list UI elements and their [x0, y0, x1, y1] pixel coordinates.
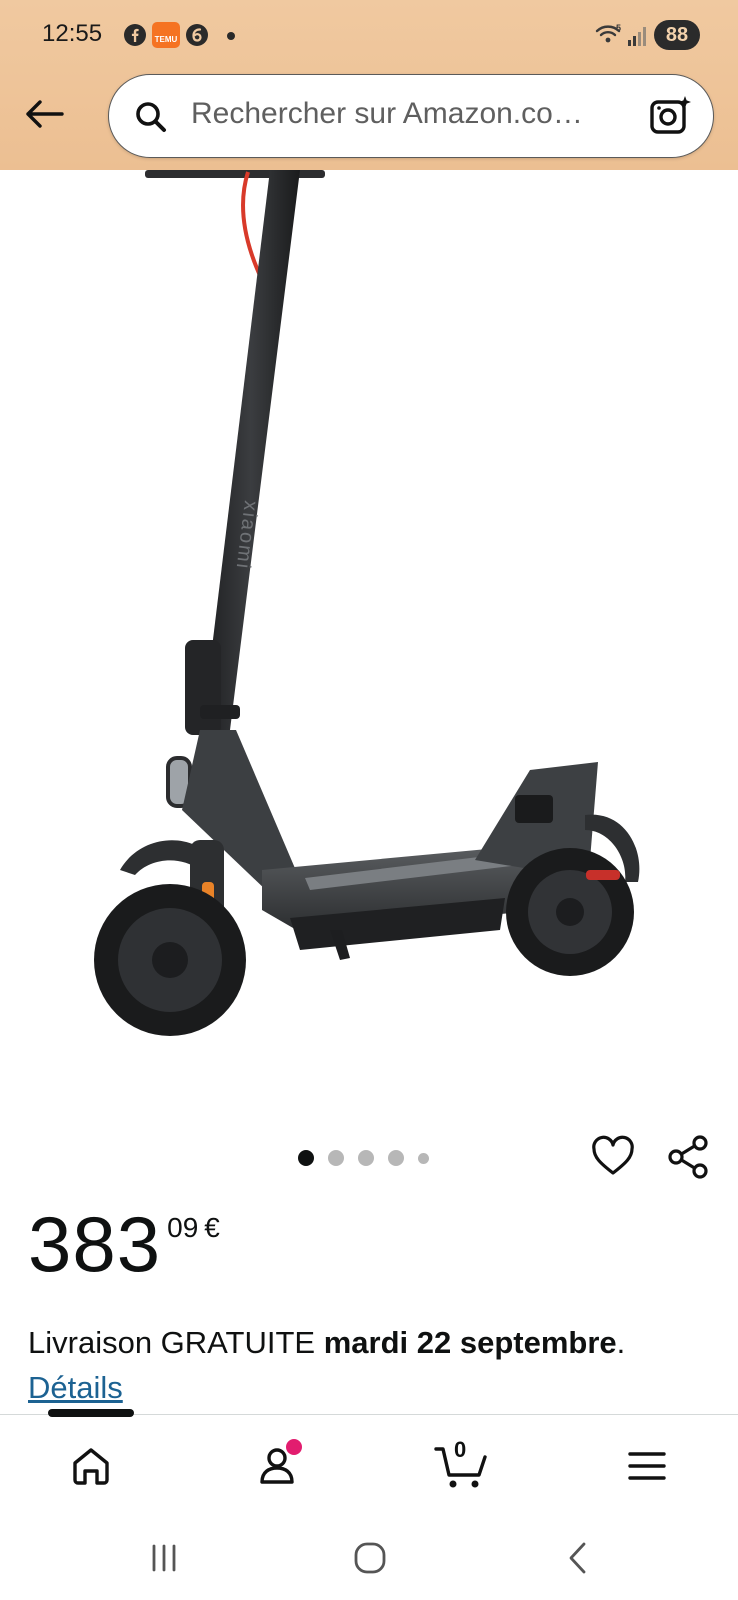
price-whole: 383	[28, 1200, 162, 1288]
status-bar: 12:55 TEMU 5 88	[0, 0, 738, 70]
temu-icon: TEMU	[152, 22, 180, 48]
carousel-dot[interactable]	[388, 1150, 404, 1166]
notification-badge	[286, 1439, 302, 1455]
facebook-icon	[122, 22, 148, 48]
product-price: 383 09 €	[28, 1205, 220, 1283]
nav-cart-button[interactable]: 0	[426, 1431, 496, 1501]
battery-indicator: 88	[654, 20, 700, 50]
nav-account-button[interactable]	[242, 1431, 312, 1501]
share-icon[interactable]	[666, 1134, 712, 1180]
carousel-dot[interactable]	[358, 1150, 374, 1166]
more-notifications-dot	[227, 32, 235, 40]
header: 12:55 TEMU 5 88 Rechercher sur Amazon.co…	[0, 0, 738, 170]
home-icon	[73, 1448, 109, 1485]
camera-search-icon[interactable]	[647, 93, 693, 139]
status-time: 12:55	[42, 20, 103, 47]
menu-icon	[628, 1452, 666, 1480]
bottom-navigation: 0	[0, 1409, 738, 1514]
price-currency: €	[204, 1212, 220, 1243]
app-notification-icon	[184, 22, 210, 48]
system-navigation-bar	[0, 1514, 738, 1600]
temu-label: TEMU	[154, 34, 178, 44]
search-bar[interactable]: Rechercher sur Amazon.co…	[108, 74, 714, 158]
wifi-signal-icon: 5	[595, 23, 646, 46]
product-image[interactable]: xiaomi	[0, 170, 738, 1090]
delivery-date: mardi 22 septembre	[323, 1325, 617, 1360]
back-button[interactable]	[18, 88, 70, 140]
search-icon	[136, 102, 166, 132]
nav-menu-button[interactable]	[612, 1431, 682, 1501]
carousel-dot[interactable]	[328, 1150, 344, 1166]
image-carousel-dots	[298, 1150, 429, 1166]
arrow-left-icon	[26, 100, 64, 128]
price-fraction: 09	[167, 1212, 199, 1243]
delivery-info: Livraison GRATUITE mardi 22 septembre.	[28, 1325, 625, 1361]
delivery-details-link[interactable]: Détails	[28, 1370, 123, 1406]
system-home-button[interactable]	[348, 1536, 392, 1580]
carousel-dot[interactable]	[418, 1152, 429, 1164]
search-input[interactable]: Rechercher sur Amazon.co…	[191, 97, 631, 131]
delivery-prefix: Livraison GRATUITE	[28, 1325, 324, 1360]
nav-home-button[interactable]	[56, 1431, 126, 1501]
recent-apps-button[interactable]	[142, 1536, 186, 1580]
heart-icon[interactable]	[590, 1134, 636, 1180]
cart-count: 0	[454, 1437, 467, 1462]
scooter-illustration	[94, 170, 640, 1036]
carousel-dot[interactable]	[298, 1150, 314, 1166]
home-circle-icon	[354, 1542, 386, 1574]
chevron-left-icon	[569, 1542, 586, 1574]
recents-icon	[152, 1544, 176, 1572]
active-tab-indicator	[48, 1409, 134, 1417]
delivery-suffix: .	[616, 1325, 626, 1360]
svg-text:5: 5	[616, 23, 621, 33]
system-back-button[interactable]	[556, 1536, 600, 1580]
